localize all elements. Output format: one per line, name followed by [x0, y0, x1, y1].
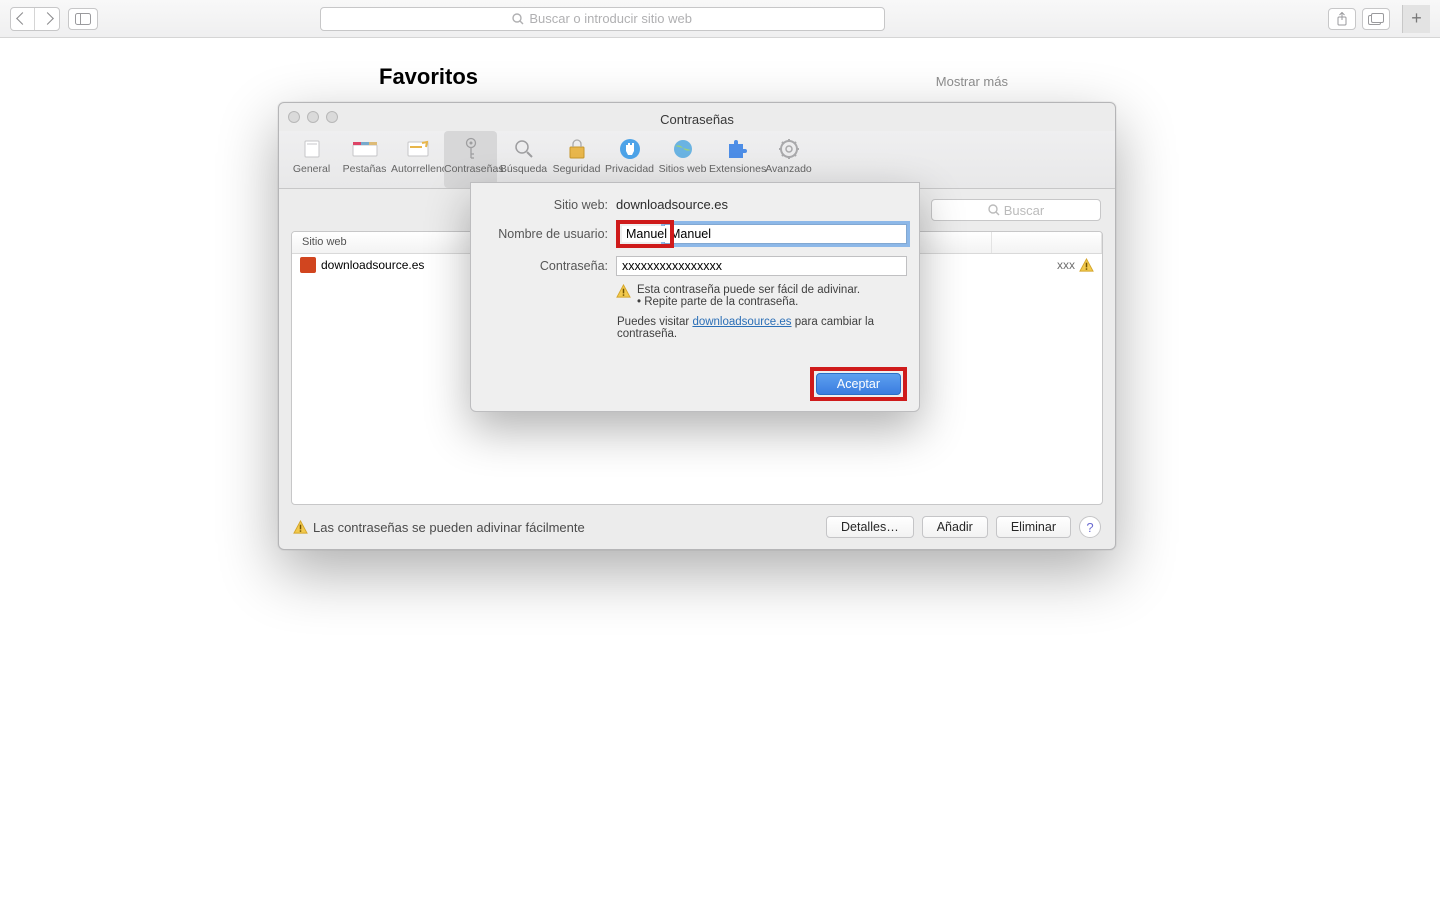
globe-icon	[672, 138, 694, 160]
row-pass: xxx	[1057, 258, 1075, 272]
footer-warning: Las contraseñas se pueden adivinar fácil…	[293, 520, 585, 535]
tab-tabs[interactable]: Pestañas	[338, 131, 391, 188]
visit-hint: Puedes visitar downloadsource.es para ca…	[471, 308, 919, 340]
sidebar-icon	[75, 13, 91, 25]
tab-websites[interactable]: Sitios web	[656, 131, 709, 188]
warn-line1: Esta contraseña puede ser fácil de adivi…	[637, 284, 860, 296]
add-button[interactable]: Añadir	[922, 516, 988, 538]
tab-autofill[interactable]: Autorrelleno	[391, 131, 444, 188]
back-button[interactable]	[11, 8, 35, 30]
lock-icon	[567, 138, 587, 160]
visit-link[interactable]: downloadsource.es	[692, 316, 791, 328]
tab-label: Contraseñas	[444, 163, 504, 175]
autofill-icon	[407, 138, 429, 160]
general-icon	[301, 138, 323, 160]
password-label: Contraseña:	[483, 259, 608, 273]
address-bar[interactable]: Buscar o introducir sitio web	[320, 7, 885, 31]
warn-line2: • Repite parte de la contraseña.	[637, 296, 860, 308]
tab-privacy[interactable]: Privacidad	[603, 131, 656, 188]
sidebar-toggle-button[interactable]	[68, 8, 98, 30]
help-button[interactable]: ?	[1079, 516, 1101, 538]
site-favicon	[300, 257, 316, 273]
tab-label: Búsqueda	[500, 163, 547, 175]
preferences-title: Contraseñas	[279, 112, 1115, 127]
forward-button[interactable]	[35, 8, 59, 30]
tabs-button[interactable]	[1362, 8, 1390, 30]
tabs-icon	[1368, 13, 1384, 25]
site-label: Sitio web:	[483, 198, 608, 212]
key-icon	[461, 137, 481, 161]
tab-label: Seguridad	[553, 163, 601, 175]
tab-label: Pestañas	[343, 163, 387, 175]
footer-warning-text: Las contraseñas se pueden adivinar fácil…	[313, 520, 585, 535]
username-label: Nombre de usuario:	[483, 227, 608, 241]
passwords-search[interactable]: Buscar	[931, 199, 1101, 221]
details-button[interactable]: Detalles…	[826, 516, 914, 538]
visit-pre: Puedes visitar	[617, 316, 692, 328]
tab-extensions[interactable]: Extensiones	[709, 131, 762, 188]
highlight-username: Manuel	[616, 220, 674, 248]
gear-icon	[778, 138, 800, 160]
edit-password-sheet: Sitio web: downloadsource.es Nombre de u…	[470, 182, 920, 412]
warning-icon	[293, 520, 308, 535]
tab-general[interactable]: General	[285, 131, 338, 188]
password-input[interactable]	[616, 256, 907, 276]
share-icon	[1336, 12, 1348, 26]
username-input[interactable]	[664, 224, 907, 244]
puzzle-icon	[725, 138, 747, 160]
col-pass[interactable]	[992, 232, 1102, 253]
site-value: downloadsource.es	[616, 197, 728, 212]
search-pref-icon	[513, 138, 535, 160]
tab-search[interactable]: Búsqueda	[497, 131, 550, 188]
browser-right-buttons: +	[1328, 5, 1430, 33]
highlight-accept: Aceptar	[810, 367, 907, 401]
username-value-fragment: Manuel	[622, 226, 668, 242]
search-placeholder: Buscar	[1004, 203, 1044, 218]
accept-button[interactable]: Aceptar	[816, 373, 901, 395]
tab-passwords[interactable]: Contraseñas	[444, 131, 497, 188]
new-tab-button[interactable]: +	[1402, 5, 1430, 33]
warning-icon	[1079, 258, 1094, 273]
address-placeholder: Buscar o introducir sitio web	[529, 11, 692, 26]
row-site: downloadsource.es	[321, 258, 424, 272]
tab-label: General	[293, 163, 330, 175]
browser-toolbar: Buscar o introducir sitio web +	[0, 0, 1440, 38]
preferences-footer: Las contraseñas se pueden adivinar fácil…	[293, 514, 1101, 540]
tab-label: Privacidad	[605, 163, 654, 175]
preferences-toolbar: General Pestañas Autorrelleno Contraseña…	[279, 131, 1115, 189]
hand-icon	[618, 137, 642, 161]
tab-advanced[interactable]: Avanzado	[762, 131, 815, 188]
nav-buttons	[10, 7, 60, 31]
tabs-pref-icon	[352, 139, 378, 159]
search-icon	[988, 204, 1000, 216]
search-icon	[512, 13, 524, 25]
tab-label: Sitios web	[659, 163, 707, 175]
tab-label: Extensiones	[709, 163, 766, 175]
favorites-title: Favoritos	[379, 64, 478, 90]
tab-label: Autorrelleno	[391, 163, 448, 175]
share-button[interactable]	[1328, 8, 1356, 30]
delete-button[interactable]: Eliminar	[996, 516, 1071, 538]
show-more-link[interactable]: Mostrar más	[936, 74, 1008, 89]
tab-label: Avanzado	[765, 163, 812, 175]
password-warning: Esta contraseña puede ser fácil de adivi…	[471, 280, 919, 308]
tab-security[interactable]: Seguridad	[550, 131, 603, 188]
warning-icon	[616, 284, 631, 299]
